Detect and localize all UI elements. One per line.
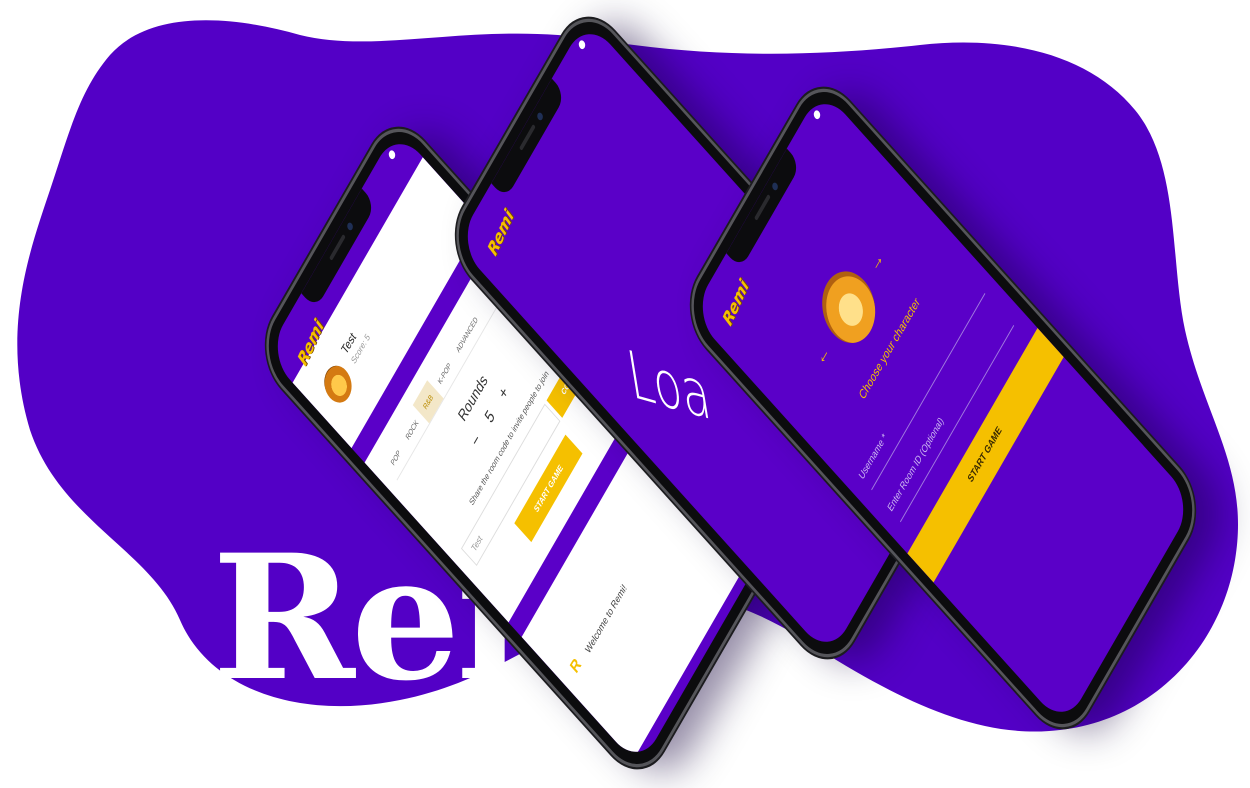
rounds-value: 5: [482, 407, 498, 427]
rounds-plus-button[interactable]: +: [496, 383, 511, 403]
settings-dot-icon[interactable]: [387, 148, 397, 161]
previous-character-arrow-icon[interactable]: ←: [812, 340, 834, 370]
remi-logo: Remi: [719, 275, 753, 331]
rounds-minus-button[interactable]: −: [469, 431, 484, 451]
settings-dot-icon[interactable]: [577, 38, 587, 51]
remi-logo: Remi: [484, 205, 518, 261]
lion-avatar-icon: [318, 358, 357, 411]
next-character-arrow-icon[interactable]: →: [866, 247, 888, 277]
loading-text: Loa: [621, 335, 716, 436]
remi-r-icon: R: [567, 655, 585, 678]
welcome-message: Welcome to Remi!: [583, 582, 630, 657]
settings-dot-icon[interactable]: [812, 108, 822, 121]
